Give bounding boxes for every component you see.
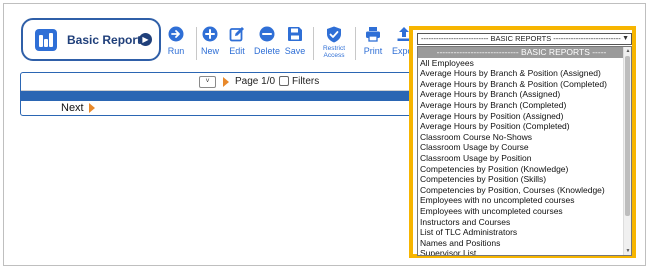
report-option[interactable]: Classroom Course No-Shows xyxy=(418,132,631,143)
chevron-right-icon: ▶ xyxy=(139,33,152,46)
toolbar-divider xyxy=(355,27,356,60)
report-option[interactable]: Supervisor List xyxy=(418,248,631,255)
report-options-list[interactable]: ----------------------------- BASIC REPO… xyxy=(417,46,632,256)
report-option[interactable]: Employees with uncompleted courses xyxy=(418,206,631,217)
print-button[interactable]: Print xyxy=(360,26,386,56)
minus-circle-icon xyxy=(259,26,275,42)
report-option[interactable]: Average Hours by Branch (Assigned) xyxy=(418,89,631,100)
page-indicator: Page 1/0 xyxy=(235,76,276,87)
toolbar-divider xyxy=(196,27,197,60)
restrict-access-label: Restrict Access xyxy=(322,45,346,59)
options-scrollbar[interactable]: ▲ ▼ xyxy=(623,47,631,255)
next-arrow-icon[interactable] xyxy=(89,103,95,113)
pencil-square-icon xyxy=(229,27,244,42)
print-label: Print xyxy=(363,46,383,56)
report-viewer: ˅ Page 1/0 Filters Next xyxy=(20,72,420,116)
run-button[interactable]: Run xyxy=(161,26,191,56)
report-option[interactable]: Average Hours by Branch & Position (Comp… xyxy=(418,79,631,90)
arrow-right-circle-icon xyxy=(168,26,184,42)
printer-icon xyxy=(366,27,380,42)
chevron-down-icon: ▼ xyxy=(622,35,629,42)
report-select[interactable]: --------------------------- BASIC REPORT… xyxy=(417,33,632,45)
scroll-up-icon[interactable]: ▲ xyxy=(624,48,631,54)
report-category-button[interactable]: Basic Reports ▶ xyxy=(21,18,161,61)
next-link[interactable]: Next xyxy=(61,102,84,114)
save-label: Save xyxy=(284,46,306,56)
scroll-down-icon[interactable]: ▼ xyxy=(624,248,631,254)
report-option[interactable]: Instructors and Courses xyxy=(418,217,631,228)
report-option[interactable]: Classroom Usage by Position xyxy=(418,153,631,164)
page-select[interactable]: ˅ xyxy=(199,76,216,88)
viewer-header-band xyxy=(21,91,419,101)
save-button[interactable]: Save xyxy=(283,26,307,56)
delete-button[interactable]: Delete xyxy=(252,26,282,56)
report-option[interactable]: Average Hours by Branch & Position (Assi… xyxy=(418,68,631,79)
run-label: Run xyxy=(167,46,185,56)
report-option[interactable]: Competencies by Position, Courses (Knowl… xyxy=(418,185,631,196)
floppy-disk-icon xyxy=(288,27,302,41)
viewer-pager-bar: ˅ Page 1/0 Filters xyxy=(21,73,419,91)
report-option[interactable]: Competencies by Position (Skills) xyxy=(418,174,631,185)
report-option[interactable]: All Employees xyxy=(418,58,631,69)
report-category-label: Basic Reports xyxy=(67,33,148,47)
toolbar-divider xyxy=(313,27,314,60)
report-select-value: --------------------------- BASIC REPORT… xyxy=(421,34,621,43)
report-option[interactable]: Average Hours by Position (Assigned) xyxy=(418,111,631,122)
new-label: New xyxy=(200,46,219,56)
new-button[interactable]: New xyxy=(198,26,222,56)
filters-checkbox[interactable] xyxy=(279,76,289,86)
report-option[interactable]: Average Hours by Position (Completed) xyxy=(418,121,631,132)
filters-label: Filters xyxy=(292,76,320,87)
restrict-access-button[interactable]: Restrict Access xyxy=(317,26,351,59)
bar-chart-icon xyxy=(35,29,57,51)
scrollbar-thumb[interactable] xyxy=(625,56,630,216)
report-option[interactable]: Average Hours by Branch (Completed) xyxy=(418,100,631,111)
report-option[interactable]: Competencies by Position (Knowledge) xyxy=(418,164,631,175)
report-option[interactable]: List of TLC Administrators xyxy=(418,227,631,238)
shield-check-icon xyxy=(327,26,341,43)
edit-label: Edit xyxy=(229,46,245,56)
report-dropdown-highlight: --------------------------- BASIC REPORT… xyxy=(409,26,636,258)
delete-label: Delete xyxy=(253,46,280,56)
report-option[interactable]: Names and Positions xyxy=(418,238,631,249)
report-option[interactable]: Classroom Usage by Course xyxy=(418,142,631,153)
plus-circle-icon xyxy=(202,26,218,42)
edit-button[interactable]: Edit xyxy=(225,26,249,56)
report-option[interactable]: Employees with no uncompleted courses xyxy=(418,195,631,206)
next-page-arrow-icon[interactable] xyxy=(223,77,229,87)
report-option-header[interactable]: ----------------------------- BASIC REPO… xyxy=(418,47,631,58)
